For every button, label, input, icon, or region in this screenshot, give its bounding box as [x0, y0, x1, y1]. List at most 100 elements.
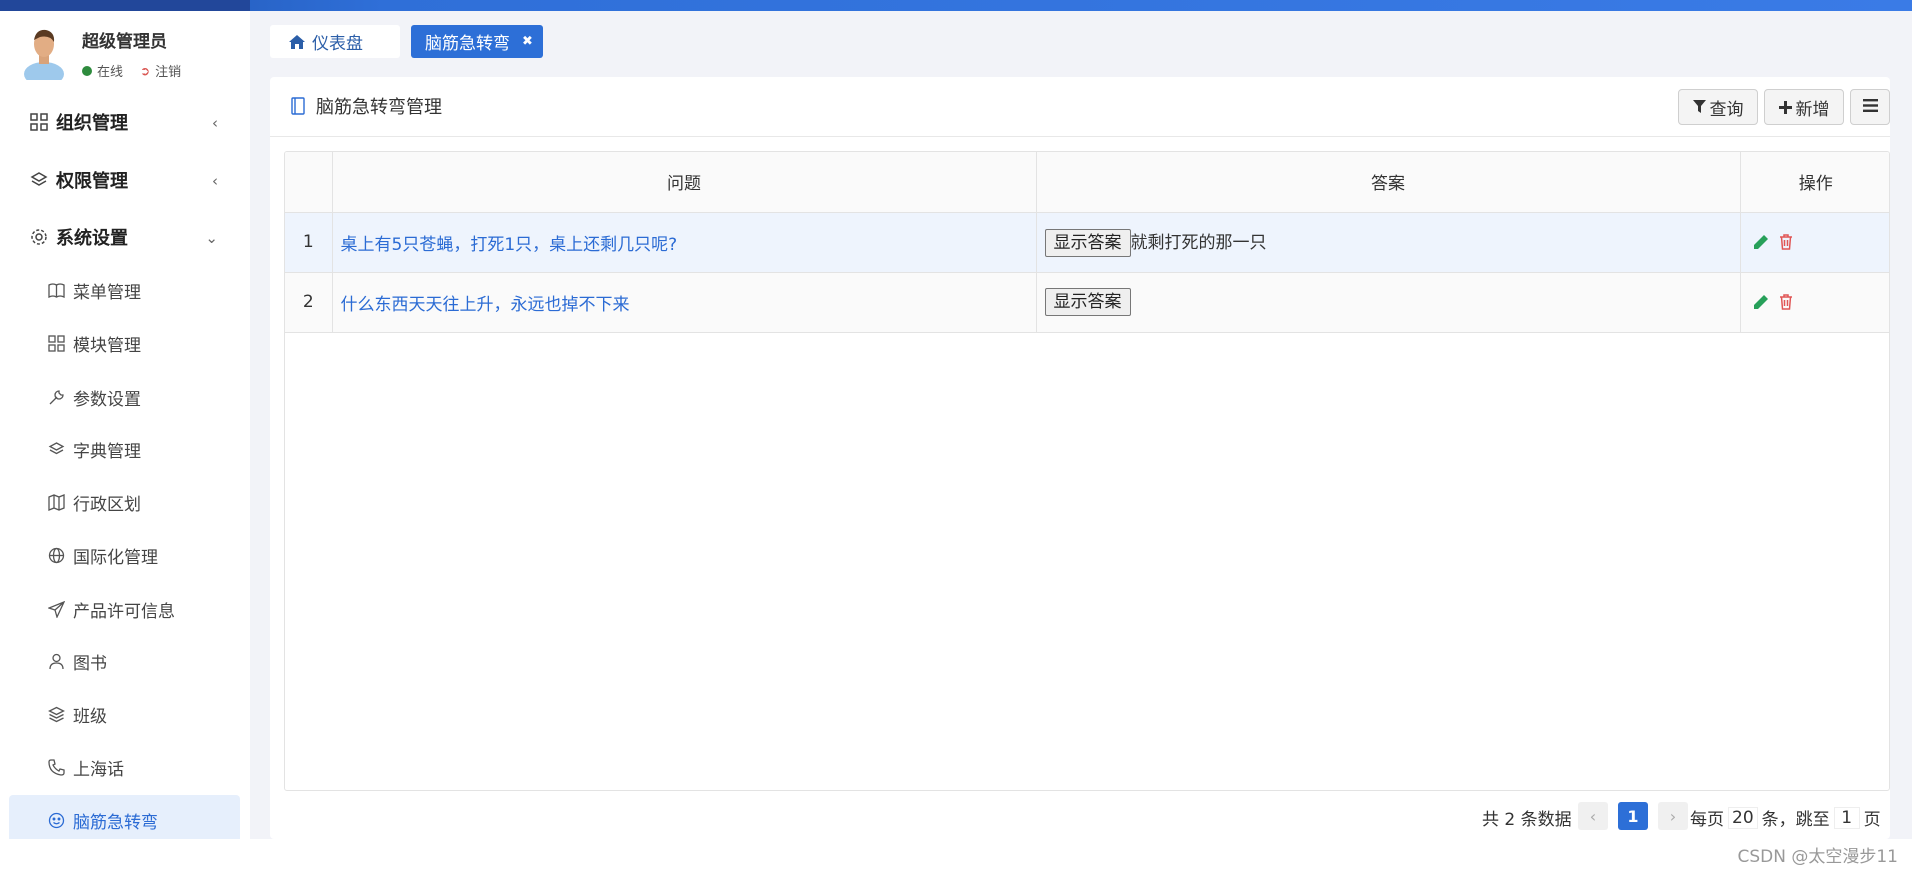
query-button[interactable]: 查询 [1678, 89, 1758, 125]
edit-icon[interactable] [1753, 234, 1769, 250]
col-answer[interactable]: 答案 [1036, 152, 1741, 213]
user-panel: 超级管理员 在线 ➲ 注销 [0, 11, 250, 81]
chevron-left-icon: ‹ [212, 172, 218, 190]
logout-link[interactable]: 注销 [155, 61, 181, 80]
layers-icon [45, 438, 67, 460]
chevron-left-icon: ‹ [1589, 806, 1597, 826]
total-prefix: 共 [1482, 810, 1499, 830]
sidebar-item-i18n[interactable]: 国际化管理 [0, 535, 250, 575]
edit-icon[interactable] [1753, 294, 1769, 310]
row-index: 2 [285, 272, 333, 333]
chevron-right-icon: › [1669, 806, 1677, 826]
sidebar-group-org[interactable]: 组织管理 ‹ [0, 102, 250, 142]
pagination-total: 共 2 条数据 [1482, 805, 1572, 830]
chevron-left-icon: ‹ [212, 114, 218, 132]
page-title-text: 脑筋急转弯管理 [316, 97, 442, 118]
user-name: 超级管理员 [82, 32, 167, 52]
layers-icon [28, 169, 50, 191]
sidebar-item-label: 图书 [73, 653, 107, 674]
sidebar-item-label: 菜单管理 [73, 282, 141, 303]
sidebar-item-label: 行政区划 [73, 494, 141, 515]
top-bar [0, 0, 1912, 11]
delete-icon[interactable] [1779, 294, 1795, 310]
page-title: 脑筋急转弯管理 [290, 93, 442, 119]
delete-icon[interactable] [1779, 234, 1795, 250]
sidebar-item-brainteaser[interactable]: 脑筋急转弯 [9, 795, 240, 839]
gear-icon [28, 226, 50, 248]
row-answer-cell: 显示答案 [1036, 272, 1741, 333]
row-ops [1740, 212, 1889, 273]
online-dot-icon [82, 65, 92, 76]
home-icon [288, 34, 306, 50]
content-area: 仪表盘 脑筋急转弯 ✖ 脑筋急转弯管理 查询 新增 问题 答案 操作 1 桌上有… [250, 11, 1912, 839]
col-question[interactable]: 问题 [332, 152, 1037, 213]
sidebar-item-label: 班级 [73, 706, 107, 727]
total-count: 2 [1504, 810, 1516, 830]
sidebar-group-settings[interactable]: 系统设置 ⌄ [0, 217, 250, 257]
sidebar-group-permission[interactable]: 权限管理 ‹ [0, 160, 250, 200]
add-button[interactable]: 新增 [1764, 89, 1844, 125]
data-table: 问题 答案 操作 1 桌上有5只苍蝇，打死1只，桌上还剩几只呢? 显示答案 就剩打… [284, 151, 1890, 791]
phone-icon [45, 756, 67, 778]
map-icon [45, 491, 67, 513]
send-icon [45, 598, 67, 620]
grid-icon [45, 332, 67, 354]
sidebar-item-label: 产品许可信息 [73, 601, 175, 622]
table-row[interactable]: 1 桌上有5只苍蝇，打死1只，桌上还剩几只呢? 显示答案 就剩打死的那一只 [285, 212, 1889, 273]
sidebar: 超级管理员 在线 ➲ 注销 组织管理 ‹ 权限管理 ‹ 系统设置 ⌄ 菜单管理 … [0, 11, 250, 839]
stack-icon [45, 703, 67, 725]
show-answer-button[interactable]: 显示答案 [1044, 288, 1131, 316]
add-label: 新增 [1795, 99, 1830, 120]
per-page-input[interactable]: 20 [1728, 806, 1758, 829]
row-question[interactable]: 什么东西天天往上升，永远也掉不下来 [332, 272, 1037, 333]
user-icon [45, 650, 67, 672]
sidebar-item-label: 脑筋急转弯 [73, 812, 158, 833]
filter-icon [1692, 100, 1706, 114]
sidebar-item-shanghainese[interactable]: 上海话 [0, 747, 250, 787]
top-bar-left [0, 0, 250, 11]
avatar[interactable] [22, 24, 66, 80]
query-label: 查询 [1709, 99, 1744, 120]
sidebar-item-books[interactable]: 图书 [0, 641, 250, 681]
table-row[interactable]: 2 什么东西天天往上升，永远也掉不下来 显示答案 [285, 272, 1889, 333]
panel-header: 脑筋急转弯管理 查询 新增 [270, 77, 1890, 137]
tab-label: 脑筋急转弯 [425, 34, 510, 54]
sidebar-item-module[interactable]: 模块管理 [0, 323, 250, 363]
menu-button[interactable] [1850, 89, 1890, 125]
row-answer: 就剩打死的那一只 [1130, 232, 1267, 253]
sidebar-item-region[interactable]: 行政区划 [0, 482, 250, 522]
logout-icon[interactable]: ➲ [140, 64, 150, 78]
sidebar-item-menu[interactable]: 菜单管理 [0, 270, 250, 310]
sidebar-item-label: 国际化管理 [73, 547, 158, 568]
notebook-icon [290, 97, 306, 115]
page-size-control: 每页 20 条，跳至 1 页 [1690, 805, 1881, 830]
close-icon[interactable]: ✖ [522, 34, 533, 49]
col-ops: 操作 [1740, 152, 1889, 213]
table-header-row: 问题 答案 操作 [285, 152, 1889, 213]
per-page-suffix: 条，跳至 [1761, 810, 1830, 830]
sidebar-item-params[interactable]: 参数设置 [0, 377, 250, 417]
status-text: 在线 [97, 65, 124, 80]
tab-brainteaser[interactable]: 脑筋急转弯 ✖ [411, 25, 543, 58]
total-suffix: 条数据 [1520, 810, 1572, 830]
jump-page-input[interactable]: 1 [1833, 806, 1860, 829]
book-icon [45, 279, 67, 301]
row-ops [1740, 272, 1889, 333]
wrench-icon [45, 386, 67, 408]
sidebar-item-license[interactable]: 产品许可信息 [0, 589, 250, 629]
row-question[interactable]: 桌上有5只苍蝇，打死1只，桌上还剩几只呢? [332, 212, 1037, 273]
sidebar-item-dict[interactable]: 字典管理 [0, 429, 250, 469]
page-button-current[interactable]: 1 [1618, 802, 1648, 830]
sidebar-item-class[interactable]: 班级 [0, 694, 250, 734]
sidebar-item-label: 模块管理 [73, 335, 141, 356]
globe-icon [45, 544, 67, 566]
smile-icon [45, 809, 67, 831]
sidebar-item-label: 上海话 [73, 759, 124, 780]
row-index: 1 [285, 212, 333, 273]
next-page-button[interactable]: › [1658, 802, 1688, 830]
page-suffix: 页 [1863, 810, 1881, 830]
user-status: 在线 ➲ 注销 [82, 61, 181, 80]
show-answer-button[interactable]: 显示答案 [1044, 228, 1131, 257]
tab-dashboard[interactable]: 仪表盘 [270, 25, 400, 58]
prev-page-button[interactable]: ‹ [1578, 802, 1608, 830]
